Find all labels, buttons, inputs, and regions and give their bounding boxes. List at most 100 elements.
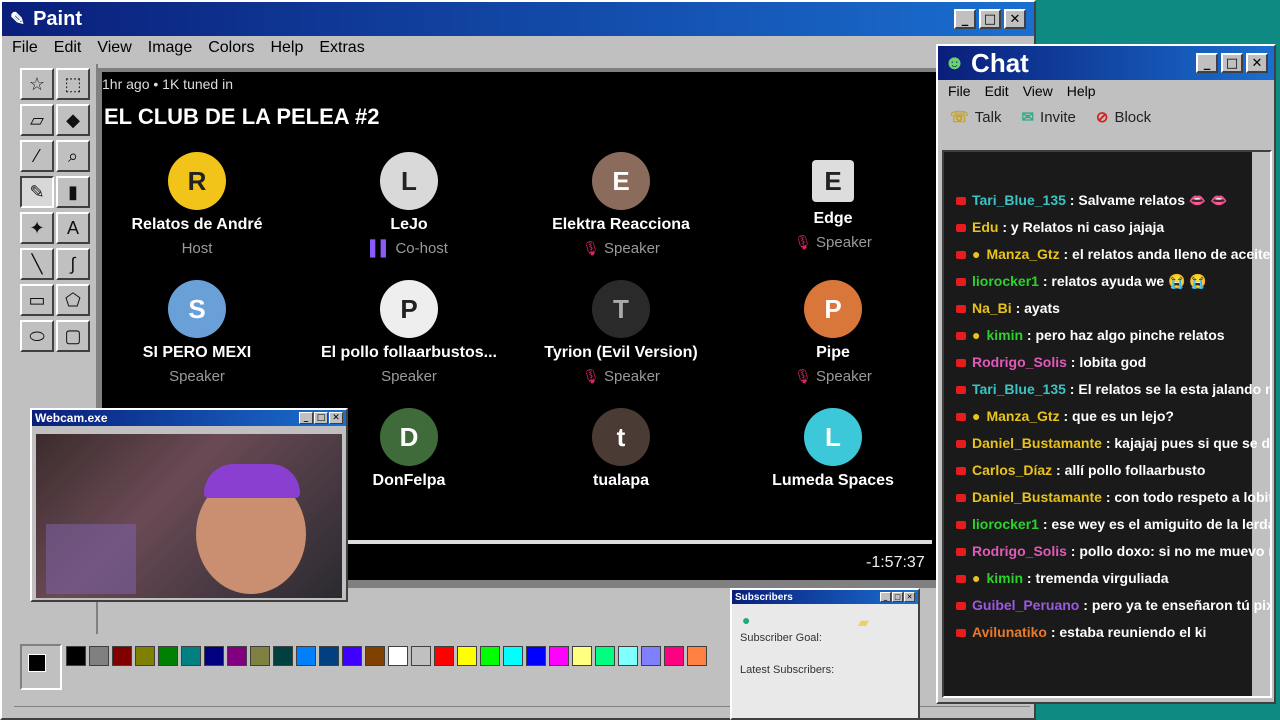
chat-username[interactable]: liorocker1 — [972, 273, 1039, 289]
menu-edit[interactable]: Edit — [54, 39, 82, 57]
close-button[interactable]: ✕ — [1246, 53, 1268, 73]
airbrush-icon[interactable]: ✦ — [20, 212, 54, 244]
palette-swatch[interactable] — [226, 646, 247, 666]
chat-titlebar[interactable]: ☻ Chat _ □ ✕ — [938, 46, 1274, 80]
eraser-icon[interactable]: ▱ — [20, 104, 54, 136]
maximize-button[interactable]: □ — [979, 9, 1001, 29]
picker-icon[interactable]: ⁄ — [20, 140, 54, 172]
palette-swatch[interactable] — [203, 646, 224, 666]
webcam-titlebar[interactable]: Webcam.exe _ □ ✕ — [32, 410, 346, 426]
chat-menu-help[interactable]: Help — [1067, 83, 1096, 99]
palette-swatch[interactable] — [65, 646, 86, 666]
chat-username[interactable]: Avilunatiko — [972, 624, 1047, 640]
chat-username[interactable]: Daniel_Bustamante — [972, 489, 1102, 505]
palette-swatch[interactable] — [249, 646, 270, 666]
pencil-icon[interactable]: ✎ — [20, 176, 54, 208]
chat-username[interactable]: kimin — [986, 570, 1023, 586]
chat-username[interactable]: Na_Bi — [972, 300, 1012, 316]
chat-username[interactable]: Daniel_Bustamante — [972, 435, 1102, 451]
ellipse-icon[interactable]: ⬭ — [20, 320, 54, 352]
rounded-rect-icon[interactable]: ▢ — [56, 320, 90, 352]
close-button[interactable]: ✕ — [1004, 9, 1026, 29]
palette-swatch[interactable] — [548, 646, 569, 666]
invite-button[interactable]: ✉ Invite — [1021, 108, 1075, 127]
palette-swatch[interactable] — [479, 646, 500, 666]
brush-icon[interactable]: ▮ — [56, 176, 90, 208]
speaker-card[interactable]: L LeJo ▌▌ Co-host — [304, 152, 514, 257]
palette-swatch[interactable] — [663, 646, 684, 666]
speaker-card[interactable]: T Tyrion (Evil Version) 🎙 Speaker — [516, 280, 726, 385]
chat-username[interactable]: Edu — [972, 219, 998, 235]
palette-swatch[interactable] — [502, 646, 523, 666]
chat-username[interactable]: Guibel_Peruano — [972, 597, 1079, 613]
polygon-icon[interactable]: ⬠ — [56, 284, 90, 316]
palette-swatch[interactable] — [134, 646, 155, 666]
palette-swatch[interactable] — [111, 646, 132, 666]
chat-username[interactable]: Carlos_Díaz — [972, 462, 1052, 478]
block-button[interactable]: ⊘ Block — [1096, 108, 1151, 127]
minimize-button[interactable]: _ — [299, 412, 313, 424]
magnifier-icon[interactable]: ⌕ — [56, 140, 90, 172]
current-colors[interactable] — [20, 644, 62, 690]
menu-view[interactable]: View — [97, 39, 131, 57]
maximize-button[interactable]: □ — [892, 592, 903, 602]
palette-swatch[interactable] — [456, 646, 477, 666]
chat-username[interactable]: kimin — [986, 327, 1023, 343]
palette-swatch[interactable] — [686, 646, 707, 666]
fill-icon[interactable]: ◆ — [56, 104, 90, 136]
palette-swatch[interactable] — [617, 646, 638, 666]
line-icon[interactable]: ╲ — [20, 248, 54, 280]
chat-scrollbar[interactable] — [1252, 152, 1270, 696]
subscribers-titlebar[interactable]: Subscribers _ □ ✕ — [732, 590, 918, 604]
speaker-card[interactable]: P El pollo follaarbustos... Speaker — [304, 280, 514, 385]
talk-button[interactable]: ☏ Talk — [950, 108, 1001, 127]
chat-username[interactable]: Manza_Gtz — [986, 246, 1059, 262]
chat-username[interactable]: Tari_Blue_135 — [972, 192, 1066, 208]
menu-file[interactable]: File — [12, 39, 38, 57]
speaker-card[interactable]: t tualapa — [516, 408, 726, 490]
palette-swatch[interactable] — [341, 646, 362, 666]
menu-help[interactable]: Help — [270, 39, 303, 57]
speaker-card[interactable]: S SI PERO MEXI Speaker — [102, 280, 302, 385]
palette-swatch[interactable] — [571, 646, 592, 666]
chat-username[interactable]: Tari_Blue_135 — [972, 381, 1066, 397]
minimize-button[interactable]: _ — [954, 9, 976, 29]
free-select-icon[interactable]: ☆ — [20, 68, 54, 100]
palette-swatch[interactable] — [433, 646, 454, 666]
chat-messages[interactable]: Tari_Blue_135 : Salvame relatos 👄 👄 Edu :… — [942, 150, 1272, 698]
text-icon[interactable]: A — [56, 212, 90, 244]
minimize-button[interactable]: _ — [1196, 53, 1218, 73]
chat-menu-view[interactable]: View — [1023, 83, 1053, 99]
palette-swatch[interactable] — [88, 646, 109, 666]
palette-swatch[interactable] — [318, 646, 339, 666]
close-button[interactable]: ✕ — [904, 592, 915, 602]
palette-swatch[interactable] — [640, 646, 661, 666]
palette-swatch[interactable] — [594, 646, 615, 666]
speaker-card[interactable]: L Lumeda Spaces — [728, 408, 938, 490]
chat-menu-edit[interactable]: Edit — [985, 83, 1009, 99]
menu-extras[interactable]: Extras — [319, 39, 364, 57]
palette-swatch[interactable] — [364, 646, 385, 666]
speaker-card[interactable]: P Pipe 🎙 Speaker — [728, 280, 938, 385]
menu-image[interactable]: Image — [148, 39, 192, 57]
menu-colors[interactable]: Colors — [208, 39, 254, 57]
maximize-button[interactable]: □ — [1221, 53, 1243, 73]
chat-username[interactable]: Rodrigo_Solis — [972, 354, 1067, 370]
chat-username[interactable]: Manza_Gtz — [986, 408, 1059, 424]
chat-menu-file[interactable]: File — [948, 83, 971, 99]
palette-swatch[interactable] — [410, 646, 431, 666]
rect-select-icon[interactable]: ⬚ — [56, 68, 90, 100]
palette-swatch[interactable] — [157, 646, 178, 666]
chat-username[interactable]: liorocker1 — [972, 516, 1039, 532]
palette-swatch[interactable] — [180, 646, 201, 666]
speaker-card[interactable]: E Elektra Reacciona 🎙 Speaker — [516, 152, 726, 257]
palette-swatch[interactable] — [387, 646, 408, 666]
palette-swatch[interactable] — [295, 646, 316, 666]
speaker-card[interactable]: R Relatos de André Host — [102, 152, 302, 257]
palette-swatch[interactable] — [272, 646, 293, 666]
maximize-button[interactable]: □ — [314, 412, 328, 424]
curve-icon[interactable]: ∫ — [56, 248, 90, 280]
speaker-card[interactable]: E Edge 🎙 Speaker — [728, 152, 938, 251]
minimize-button[interactable]: _ — [880, 592, 891, 602]
close-button[interactable]: ✕ — [329, 412, 343, 424]
